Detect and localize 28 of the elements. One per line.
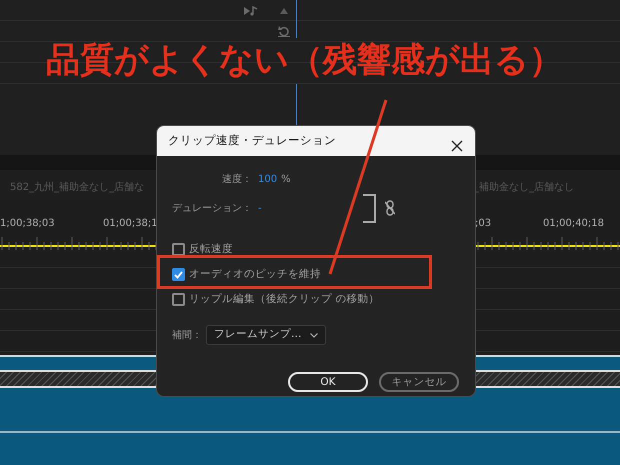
unit-label: %	[281, 173, 291, 187]
unlinked-chain-icon[interactable]	[385, 200, 395, 216]
interpolation-dropdown[interactable]: フレームサンプ…	[206, 325, 326, 346]
checkbox[interactable]	[172, 243, 185, 256]
checkbox-label: リップル編集（後続クリップ の移動）	[189, 292, 380, 306]
timecode: 1;00;38;03	[0, 217, 55, 231]
ok-button[interactable]: OK	[288, 372, 368, 392]
checkbox-label: 反転速度	[189, 242, 233, 257]
checkbox[interactable]	[172, 268, 185, 282]
checkbox-label: オーディオのピッチを維持	[189, 266, 321, 282]
duration-value[interactable]: -	[258, 203, 262, 214]
scroll-up-icon[interactable]	[280, 8, 288, 14]
clip-label: 582_九州_補助金なし_店舗な	[10, 180, 144, 195]
checkbox[interactable]	[172, 292, 185, 306]
duration-label: デュレーション：	[172, 202, 252, 216]
cancel-button[interactable]: キャンセル	[379, 372, 459, 392]
speed-value[interactable]: 100	[258, 172, 278, 187]
dialog-title: クリップ速度・デュレーション	[168, 132, 336, 150]
undo-icon[interactable]	[278, 25, 290, 37]
timecode: ;03	[475, 217, 492, 231]
interpolation-label: 補間：	[172, 328, 202, 343]
annotation-text: 品質がよくない（残響感が出る）	[46, 39, 563, 82]
speed-label: 速度：	[221, 172, 252, 187]
audio-playback-icon[interactable]	[244, 6, 258, 16]
timecode: 01;00;38;1	[103, 217, 158, 231]
link-bracket	[363, 194, 376, 223]
chevron-down-icon[interactable]	[310, 332, 318, 338]
timecode: 01;00;40;18	[543, 217, 604, 231]
